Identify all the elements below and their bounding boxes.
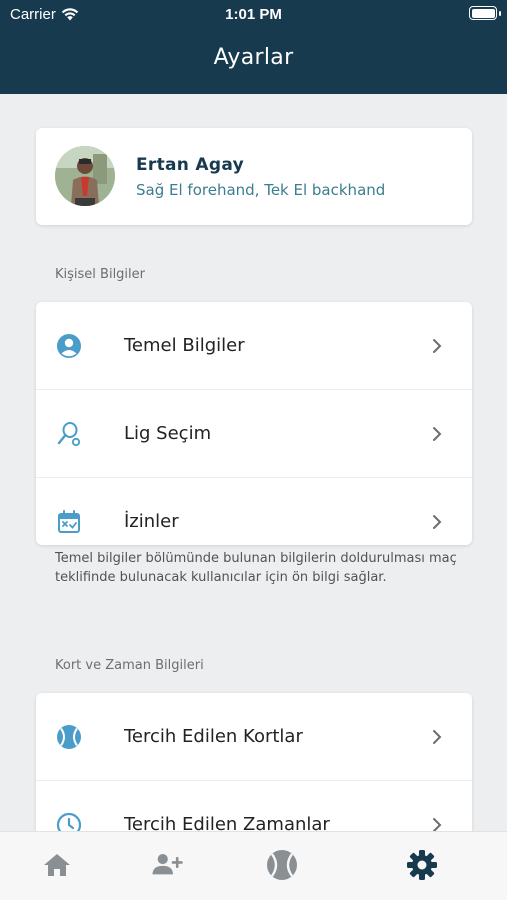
chevron-right-icon	[433, 515, 442, 529]
list-item-temel-bilgiler[interactable]: Temel Bilgiler	[36, 302, 472, 390]
list-item-label: Tercih Edilen Kortlar	[124, 726, 303, 747]
list-item-lig-secim[interactable]: Lig Seçim	[36, 390, 472, 478]
home-icon[interactable]	[40, 848, 74, 882]
calendar-x-icon	[58, 510, 80, 533]
chevron-right-icon	[433, 730, 442, 744]
personal-settings-list: Temel Bilgiler Lig Seçim İzinler	[36, 302, 472, 545]
section-label-court: Kort ve Zaman Bilgileri	[55, 658, 204, 673]
list-item-label: Lig Seçim	[124, 423, 212, 444]
nav-header: Carrier 1:01 PM Ayarlar	[0, 0, 507, 94]
chevron-right-icon	[433, 427, 442, 441]
list-item-label: İzinler	[124, 511, 179, 532]
page-title: Ayarlar	[213, 45, 294, 70]
list-item-izinler[interactable]: İzinler	[36, 478, 472, 545]
profile-playstyle: Sağ El forehand, Tek El backhand	[136, 181, 386, 199]
status-time: 1:01 PM	[225, 6, 282, 23]
personal-section-footnote: Temel bilgiler bölümünde bulunan bilgile…	[55, 551, 457, 585]
tennis-ball-icon	[57, 725, 81, 749]
court-settings-list: Tercih Edilen Kortlar Tercih Edilen Zama…	[36, 693, 472, 843]
status-bar: Carrier 1:01 PM	[0, 0, 507, 30]
avatar	[55, 146, 115, 206]
tab-bar	[0, 831, 507, 900]
list-item-label: Temel Bilgiler	[124, 335, 245, 356]
tennis-ball-icon[interactable]	[265, 848, 299, 882]
add-user-icon[interactable]	[150, 848, 184, 882]
gear-icon[interactable]	[405, 848, 439, 882]
battery-icon	[469, 6, 501, 20]
user-circle-icon	[57, 334, 81, 358]
profile-card[interactable]: Ertan Agay Sağ El forehand, Tek El backh…	[36, 128, 472, 225]
chevron-right-icon	[433, 339, 442, 353]
profile-name: Ertan Agay	[136, 155, 244, 175]
racket-icon	[57, 422, 81, 447]
list-item-tercih-kortlar[interactable]: Tercih Edilen Kortlar	[36, 693, 472, 781]
section-label-personal: Kişisel Bilgiler	[55, 267, 145, 282]
